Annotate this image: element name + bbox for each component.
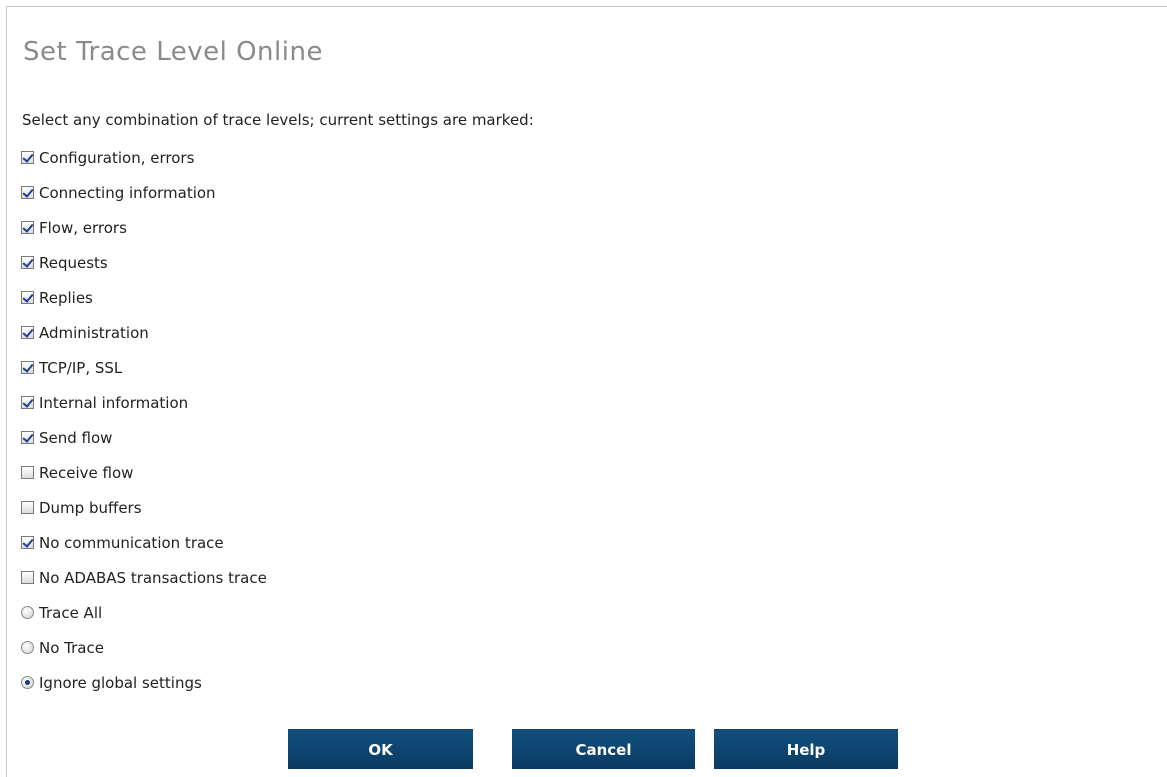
radio-label: No Trace (39, 638, 104, 657)
checkbox[interactable] (21, 431, 34, 444)
checkbox-label: Connecting information (39, 183, 216, 202)
checkbox-label: Send flow (39, 428, 113, 447)
checkbox[interactable] (21, 396, 34, 409)
option-no-communication-trace[interactable]: No communication trace (21, 525, 267, 560)
ok-button[interactable]: OK (288, 729, 473, 769)
option-receive-flow[interactable]: Receive flow (21, 455, 267, 490)
radio-label: Trace All (39, 603, 103, 622)
option-send-flow[interactable]: Send flow (21, 420, 267, 455)
radio-ignore-global-settings[interactable]: Ignore global settings (21, 665, 267, 700)
option-dump-buffers[interactable]: Dump buffers (21, 490, 267, 525)
radio-button[interactable] (21, 606, 34, 619)
radio-button[interactable] (21, 676, 34, 689)
checkbox-label: Dump buffers (39, 498, 142, 517)
checkbox-label: No ADABAS transactions trace (39, 568, 267, 587)
option-configuration-errors[interactable]: Configuration, errors (21, 140, 267, 175)
page-title: Set Trace Level Online (23, 37, 323, 67)
radio-no-trace[interactable]: No Trace (21, 630, 267, 665)
dialog-panel: Set Trace Level Online Select any combin… (6, 6, 1167, 777)
checkbox[interactable] (21, 466, 34, 479)
option-flow-errors[interactable]: Flow, errors (21, 210, 267, 245)
checkbox-label: TCP/IP, SSL (39, 358, 123, 377)
checkbox[interactable] (21, 221, 34, 234)
cancel-button[interactable]: Cancel (512, 729, 695, 769)
checkbox-label: Receive flow (39, 463, 134, 482)
option-administration[interactable]: Administration (21, 315, 267, 350)
radio-label: Ignore global settings (39, 673, 202, 692)
help-button[interactable]: Help (714, 729, 898, 769)
checkbox[interactable] (21, 151, 34, 164)
option-no-adabas-transactions-trace[interactable]: No ADABAS transactions trace (21, 560, 267, 595)
checkbox-label: Flow, errors (39, 218, 127, 237)
radio-button[interactable] (21, 641, 34, 654)
checkbox[interactable] (21, 501, 34, 514)
option-connecting-information[interactable]: Connecting information (21, 175, 267, 210)
option-replies[interactable]: Replies (21, 280, 267, 315)
checkbox[interactable] (21, 571, 34, 584)
checkbox[interactable] (21, 536, 34, 549)
checkbox[interactable] (21, 361, 34, 374)
checkbox[interactable] (21, 186, 34, 199)
checkbox-label: Internal information (39, 393, 189, 412)
checkbox-label: Configuration, errors (39, 148, 195, 167)
option-tcpip-ssl[interactable]: TCP/IP, SSL (21, 350, 267, 385)
checkbox-label: Replies (39, 288, 93, 307)
button-bar: OK Cancel Help (288, 729, 898, 769)
checkbox[interactable] (21, 291, 34, 304)
option-requests[interactable]: Requests (21, 245, 267, 280)
trace-options: Configuration, errors Connecting informa… (21, 140, 267, 700)
checkbox-label: No communication trace (39, 533, 224, 552)
instructions-text: Select any combination of trace levels; … (22, 111, 534, 129)
checkbox[interactable] (21, 256, 34, 269)
checkbox-label: Requests (39, 253, 108, 272)
radio-trace-all[interactable]: Trace All (21, 595, 267, 630)
checkbox-label: Administration (39, 323, 149, 342)
checkbox[interactable] (21, 326, 34, 339)
option-internal-information[interactable]: Internal information (21, 385, 267, 420)
